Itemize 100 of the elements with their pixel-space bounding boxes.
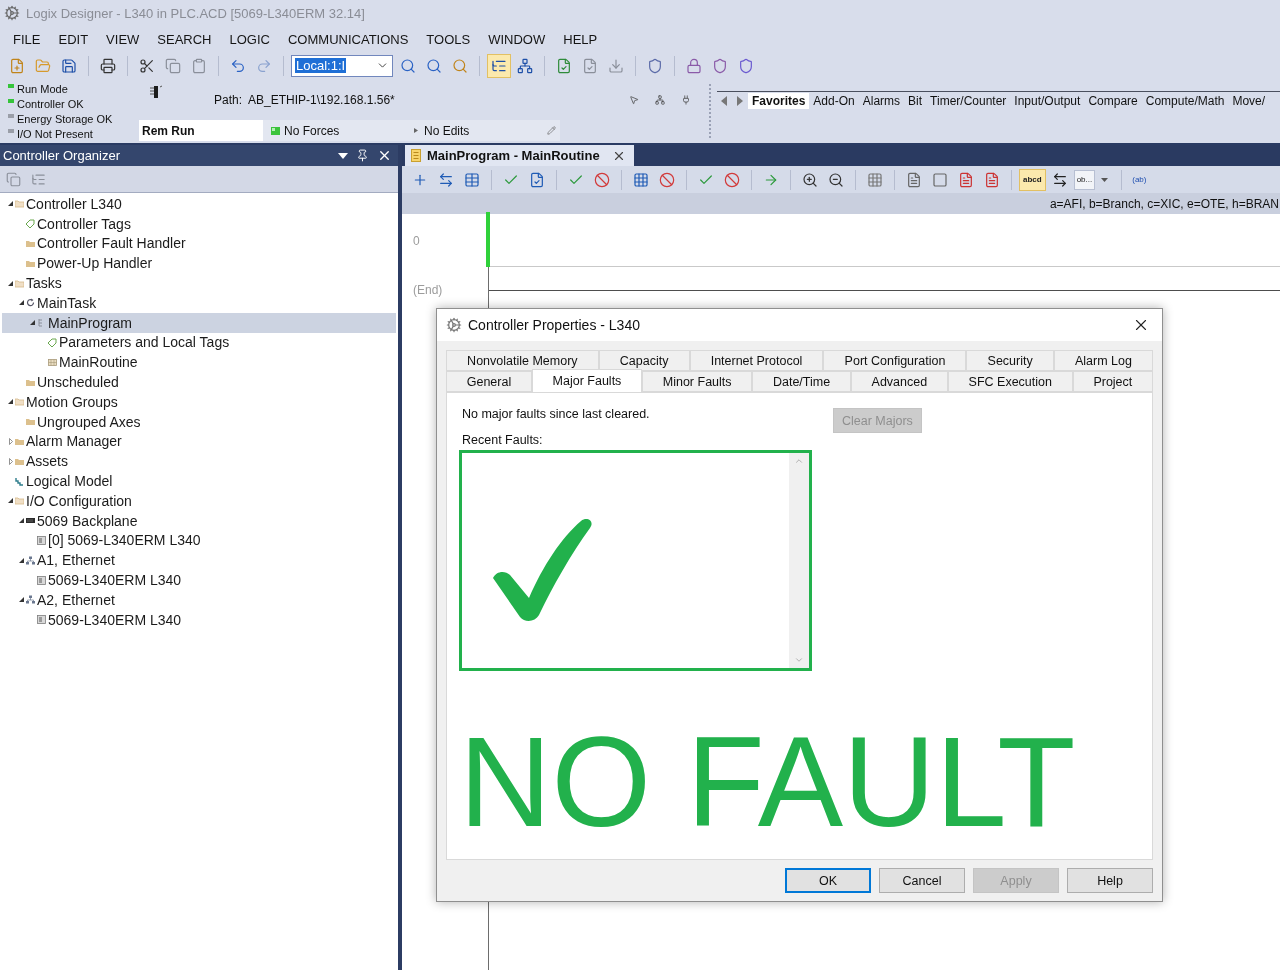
- dialog-tab[interactable]: Internet Protocol: [689, 350, 824, 371]
- dialog-tab[interactable]: Minor Faults: [642, 371, 753, 392]
- tree-item[interactable]: MainTask: [17, 293, 100, 313]
- expanded-arrow-icon[interactable]: [30, 320, 35, 326]
- dialog-tab[interactable]: Major Faults: [531, 369, 643, 392]
- paste-icon[interactable]: [191, 57, 207, 74]
- tree-item[interactable]: [0] 5069-L340ERM L340: [28, 530, 204, 551]
- file-text-icon[interactable]: [984, 171, 1000, 188]
- expanded-arrow-icon[interactable]: [8, 280, 13, 286]
- palette-tab[interactable]: Timer/Counter: [926, 92, 1011, 109]
- dialog-tab[interactable]: Advanced: [850, 371, 948, 392]
- ban-icon[interactable]: [724, 171, 740, 188]
- plug-icon[interactable]: [681, 94, 691, 105]
- tree-item[interactable]: A2, Ethernet: [17, 589, 118, 610]
- close-icon[interactable]: [377, 148, 392, 163]
- new-file-icon[interactable]: [9, 57, 25, 74]
- windows-icon[interactable]: [6, 171, 21, 187]
- tree-item[interactable]: 5069 Backplane: [17, 510, 141, 531]
- tree-item[interactable]: Controller Fault Handler: [17, 233, 189, 254]
- ban-icon[interactable]: [594, 171, 610, 188]
- palette-tab[interactable]: Bit: [904, 92, 927, 109]
- tree-item[interactable]: MainRoutine: [39, 352, 141, 373]
- dialog-tab[interactable]: General: [446, 371, 532, 392]
- tree-item[interactable]: Assets: [6, 451, 71, 472]
- tree-item[interactable]: Power-Up Handler: [17, 253, 156, 274]
- dialog-tab[interactable]: Alarm Log: [1053, 350, 1154, 371]
- tree-item[interactable]: MainProgram: [2, 312, 396, 333]
- palette-tab[interactable]: Favorites: [748, 92, 810, 109]
- file-check-icon[interactable]: [582, 57, 598, 74]
- palette-tab[interactable]: Alarms: [858, 92, 905, 109]
- tag-combo-box[interactable]: Local:1:I: [291, 54, 393, 77]
- shield-icon[interactable]: [712, 57, 728, 74]
- shield-icon[interactable]: [647, 57, 663, 74]
- search-icon[interactable]: [400, 57, 416, 74]
- expanded-arrow-icon[interactable]: [19, 557, 24, 563]
- collapsed-arrow-icon[interactable]: [8, 457, 13, 465]
- editor-tab[interactable]: MainProgram - MainRoutine: [405, 145, 634, 166]
- tree-item[interactable]: Controller L340: [6, 194, 125, 214]
- menu-item[interactable]: COMMUNICATIONS: [279, 28, 418, 50]
- file-check-icon[interactable]: [529, 171, 545, 188]
- tree-item[interactable]: 5069-L340ERM L340: [28, 609, 185, 630]
- keyswitch-icon[interactable]: [149, 85, 163, 99]
- zoom-in-icon[interactable]: [802, 171, 818, 188]
- expanded-arrow-icon[interactable]: [19, 300, 24, 306]
- pin-icon[interactable]: [356, 149, 369, 162]
- tree-item[interactable]: Alarm Manager: [6, 431, 125, 452]
- tree-item[interactable]: Unscheduled: [17, 372, 122, 392]
- gripper-handle[interactable]: [709, 84, 712, 138]
- menu-item[interactable]: WINDOW: [479, 28, 555, 50]
- dialog-tab[interactable]: Nonvolatile Memory: [446, 350, 599, 371]
- palette-tab[interactable]: Input/Output: [1010, 92, 1085, 109]
- palette-tab[interactable]: Compute/Math: [1141, 92, 1229, 109]
- table-icon[interactable]: [464, 171, 480, 188]
- tree-item[interactable]: Motion Groups: [6, 391, 121, 412]
- file-text-icon[interactable]: [906, 171, 922, 188]
- dialog-button[interactable]: Help: [1067, 868, 1153, 893]
- tag-button[interactable]: (ab): [1129, 169, 1150, 190]
- arrow-left-right-icon[interactable]: [1051, 171, 1068, 188]
- dialog-tab[interactable]: SFC Execution: [947, 371, 1073, 392]
- menu-item[interactable]: EDIT: [49, 28, 98, 50]
- menu-item[interactable]: VIEW: [97, 28, 149, 50]
- collapsed-arrow-icon[interactable]: [8, 437, 13, 445]
- cut-icon[interactable]: [139, 57, 155, 74]
- expanded-arrow-icon[interactable]: [19, 597, 24, 603]
- tree-item[interactable]: Ungrouped Axes: [17, 411, 144, 432]
- ban-icon[interactable]: [659, 171, 675, 188]
- menu-item[interactable]: TOOLS: [417, 28, 480, 50]
- file-text-icon[interactable]: [958, 171, 974, 188]
- menu-item[interactable]: LOGIC: [220, 28, 279, 50]
- dialog-tab[interactable]: Date/Time: [752, 371, 851, 392]
- tree-item[interactable]: A1, Ethernet: [17, 550, 118, 571]
- shield-icon[interactable]: [738, 57, 754, 74]
- caret-down-icon[interactable]: [1101, 177, 1109, 182]
- caret-down-icon[interactable]: [338, 152, 348, 159]
- network-icon[interactable]: [655, 94, 665, 105]
- save-icon[interactable]: [61, 57, 77, 74]
- dialog-button[interactable]: Cancel: [879, 868, 965, 893]
- square-icon[interactable]: [932, 171, 948, 188]
- search-icon[interactable]: [426, 57, 442, 74]
- grid-icon[interactable]: [633, 171, 649, 188]
- tree-item[interactable]: Logical Model: [6, 471, 116, 491]
- menu-item[interactable]: HELP: [554, 28, 607, 50]
- tree-item[interactable]: I/O Configuration: [6, 490, 135, 511]
- download-icon[interactable]: [608, 57, 624, 74]
- print-icon[interactable]: [100, 57, 116, 74]
- lock-icon[interactable]: [686, 57, 702, 74]
- palette-tab[interactable]: Add-On: [809, 92, 859, 109]
- dialog-tab[interactable]: Security: [966, 350, 1054, 371]
- tree-item[interactable]: Tasks: [6, 273, 65, 293]
- undo-icon[interactable]: [230, 57, 246, 74]
- expanded-arrow-icon[interactable]: [19, 518, 24, 524]
- dialog-button[interactable]: OK: [785, 868, 871, 893]
- copy-icon[interactable]: [165, 57, 181, 74]
- dialog-tab[interactable]: Capacity: [598, 350, 690, 371]
- left-arrow-icon[interactable]: [720, 95, 728, 106]
- expanded-arrow-icon[interactable]: [8, 498, 13, 504]
- menu-item[interactable]: SEARCH: [148, 28, 221, 50]
- list-tree-icon[interactable]: [31, 171, 46, 187]
- dialog-tab[interactable]: Project: [1072, 371, 1153, 392]
- palette-tab[interactable]: Compare: [1084, 92, 1142, 109]
